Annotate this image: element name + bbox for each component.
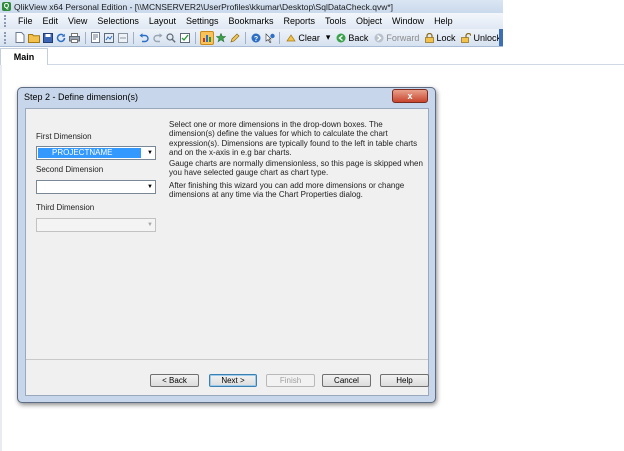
favorite-star-icon[interactable] [216,32,228,44]
window-title: QlikView x64 Personal Edition - [\\MCNSE… [14,1,394,12]
sheet-left-edge [0,65,2,451]
tab-main[interactable]: Main [0,48,48,65]
menu-settings[interactable]: Settings [181,13,224,29]
save-icon[interactable] [42,32,54,44]
clear-dropdown-button[interactable]: ▾ [324,32,333,43]
menu-object[interactable]: Object [351,13,387,29]
main-toolbar: ? Clear ▾ Back Forward Lock Unlock [0,29,503,47]
back-button[interactable]: Back [334,33,370,43]
undo-icon[interactable] [138,32,150,44]
next-button[interactable]: Next > [209,374,257,387]
menu-bookmarks[interactable]: Bookmarks [223,13,278,29]
open-folder-icon[interactable] [27,32,40,44]
dropdown-arrow-icon: ▼ [147,150,153,156]
edit-pencil-icon[interactable] [229,32,241,44]
forward-arrow-icon [374,33,384,42]
clear-icon [286,33,297,41]
define-dimensions-dialog: Step 2 - Define dimension(s) x First Dim… [17,87,436,403]
search-icon[interactable] [165,32,177,44]
dialog-divider [26,359,428,360]
toolbar-separator [194,31,196,44]
reload-icon[interactable] [55,32,67,44]
qlikview-app-icon: Q [2,2,11,11]
menu-bar: File Edit View Selections Layout Setting… [0,13,503,29]
menu-grip-handle[interactable] [4,15,9,27]
clear-button-label: Clear [298,32,320,43]
lock-button-label: Lock [436,32,456,43]
cancel-button[interactable]: Cancel [322,374,371,387]
menu-help[interactable]: Help [429,13,458,29]
window-title-bar: Q QlikView x64 Personal Edition - [\\MCN… [0,0,503,14]
info-paragraph-after-wizard: After finishing this wizard you can add … [169,181,405,200]
dialog-content: First Dimension PROJECTNAME ▼ Second Dim… [25,108,429,396]
info-paragraph-dimensions: Select one or more dimensions in the dro… [169,120,418,158]
chevron-down-icon: ▾ [325,32,331,42]
dropdown-arrow-icon: ▼ [147,184,153,190]
clear-button[interactable]: Clear [284,33,322,43]
first-dimension-label: First Dimension [36,132,92,141]
close-icon: x [407,91,413,101]
toolbar-separator [132,31,134,44]
unlock-icon [461,32,472,43]
menu-view[interactable]: View [63,13,92,29]
toolbar-separator [84,31,86,44]
help-icon[interactable]: ? [250,32,262,44]
sheet-tab-strip: Main [0,47,624,65]
checkmark-icon[interactable] [179,32,191,44]
menu-window[interactable]: Window [387,13,429,29]
edit-script-icon[interactable] [90,32,102,44]
dialog-title: Step 2 - Define dimension(s) [24,92,139,102]
create-chart-icon[interactable] [199,30,214,45]
toolbar-overflow-handle[interactable] [499,29,503,46]
svg-text:?: ? [254,36,258,43]
back-button-wizard[interactable]: < Back [150,374,199,387]
menu-file[interactable]: File [13,13,38,29]
dropdown-arrow-icon: ▼ [147,222,153,228]
menu-layout[interactable]: Layout [144,13,181,29]
menu-edit[interactable]: Edit [38,13,64,29]
context-help-icon[interactable] [264,32,276,44]
menu-selections[interactable]: Selections [92,13,144,29]
toolbar-separator [244,31,246,44]
new-document-icon[interactable] [14,32,26,44]
lock-button[interactable]: Lock [423,32,457,43]
third-dimension-dropdown[interactable]: ▼ [36,218,156,232]
second-dimension-label: Second Dimension [36,165,104,174]
help-button[interactable]: Help [380,374,429,387]
first-dimension-dropdown[interactable]: PROJECTNAME ▼ [36,146,156,160]
third-dimension-label: Third Dimension [36,203,95,212]
info-paragraph-gauge: Gauge charts are normally dimensionless,… [169,159,423,178]
menu-tools[interactable]: Tools [320,13,351,29]
close-button[interactable]: x [392,89,428,103]
first-dimension-selected-value: PROJECTNAME [38,148,141,158]
forward-button-label: Forward [386,32,420,43]
finish-button[interactable]: Finish [266,374,315,387]
reload-data-icon[interactable] [104,32,116,44]
back-arrow-icon [336,33,346,42]
forward-button[interactable]: Forward [372,33,421,43]
unlock-button[interactable]: Unlock [459,32,503,43]
unlock-button-label: Unlock [473,32,501,43]
lock-icon [425,32,435,43]
toolbar-separator [279,31,281,44]
redo-icon[interactable] [152,32,164,44]
back-button-label: Back [348,32,369,43]
partial-reload-icon[interactable] [117,32,129,44]
print-icon[interactable] [69,32,81,44]
toolbar-grip-handle[interactable] [4,31,9,44]
menu-reports[interactable]: Reports [279,13,321,29]
second-dimension-dropdown[interactable]: ▼ [36,180,156,194]
